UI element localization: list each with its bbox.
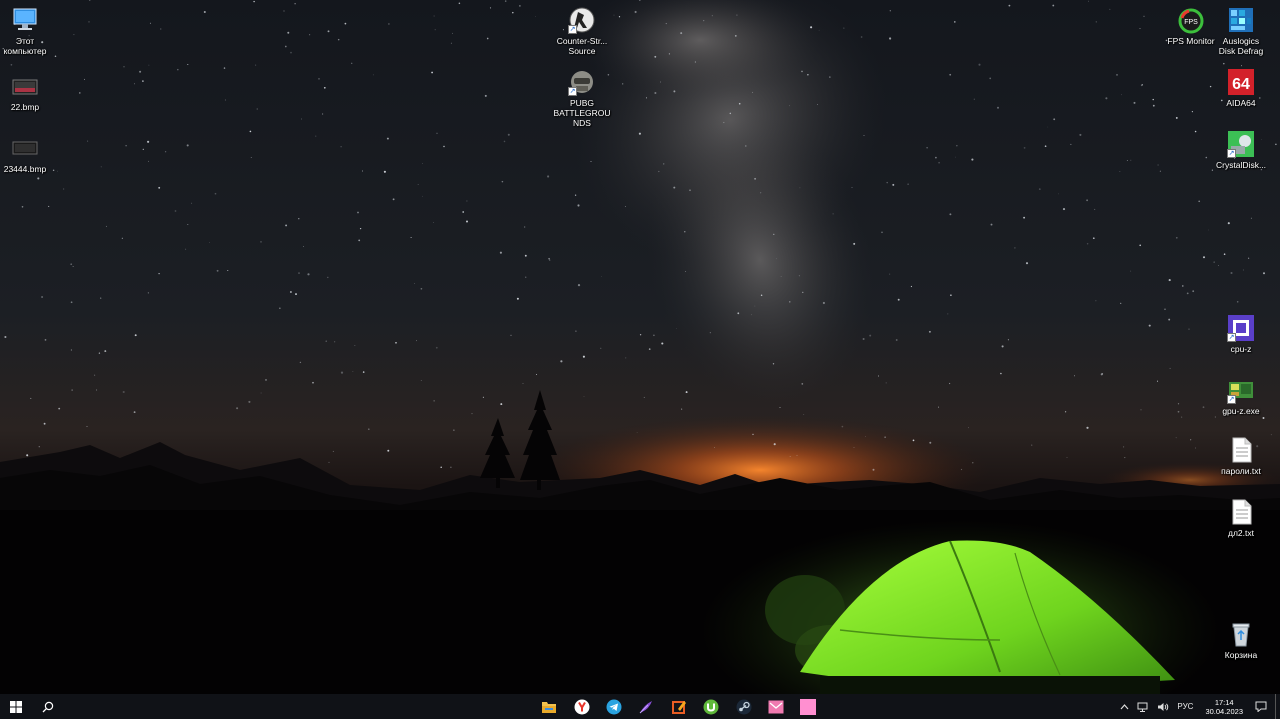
utorrent-icon bbox=[703, 699, 719, 714]
chevron-up-icon bbox=[1120, 703, 1129, 709]
icon-label: Counter-Str... Source bbox=[556, 36, 608, 56]
bmp-file-icon bbox=[11, 72, 39, 100]
icon-label: пароли.txt bbox=[1221, 466, 1261, 476]
text-file-icon bbox=[1227, 498, 1255, 526]
icon-label: PUBG BATTLEGROU NDS bbox=[553, 98, 611, 128]
recycle-bin[interactable]: Корзина bbox=[1209, 616, 1273, 660]
auslogics-shortcut[interactable]: Auslogics Disk Defrag bbox=[1209, 2, 1273, 56]
svg-text:FPS: FPS bbox=[1184, 19, 1198, 26]
cpu-z-icon: ↗ bbox=[1227, 314, 1255, 342]
icon-label: Корзина bbox=[1224, 650, 1258, 660]
search-button[interactable] bbox=[32, 694, 64, 719]
shortcut-arrow-icon: ↗ bbox=[568, 25, 577, 34]
fps-monitor-icon: FPS bbox=[1177, 6, 1205, 34]
icon-label: дл2.txt bbox=[1228, 528, 1254, 538]
paroli-txt-file[interactable]: пароли.txt bbox=[1209, 432, 1273, 476]
yandex-icon bbox=[574, 699, 590, 714]
taskbar-mail-app[interactable] bbox=[760, 694, 792, 719]
start-button[interactable] bbox=[0, 694, 32, 719]
text-file-icon bbox=[1227, 436, 1255, 464]
clock[interactable]: 17:14 30.04.2023 bbox=[1197, 698, 1251, 716]
network-button[interactable] bbox=[1133, 702, 1153, 712]
bmp-file-22[interactable]: 22.bmp bbox=[0, 68, 57, 112]
aida64-icon: 64 bbox=[1227, 68, 1255, 96]
folder-icon bbox=[542, 701, 557, 713]
taskbar-feather-app[interactable] bbox=[630, 694, 662, 719]
desktop-wallpaper bbox=[0, 0, 1280, 694]
taskbar-pinned-apps bbox=[533, 694, 825, 719]
icon-label: CrystalDisk... bbox=[1215, 160, 1267, 170]
cpu-z-shortcut[interactable]: ↗ cpu-z bbox=[1209, 310, 1273, 354]
shortcut-arrow-icon: ↗ bbox=[1227, 333, 1236, 342]
shortcut-arrow-icon: ↗ bbox=[1227, 395, 1236, 404]
pubg-icon: ↗ bbox=[568, 68, 596, 96]
icon-label: 22.bmp bbox=[10, 102, 40, 112]
icon-label: gpu-z.exe bbox=[1222, 406, 1260, 416]
icon-label: AIDA64 bbox=[1226, 98, 1256, 108]
mail-icon bbox=[768, 700, 784, 713]
svg-text:64: 64 bbox=[1232, 76, 1250, 93]
pink-square-icon bbox=[800, 698, 817, 715]
telegram-icon bbox=[606, 699, 622, 714]
volume-button[interactable] bbox=[1153, 702, 1173, 712]
aida64-shortcut[interactable]: 64 AIDA64 bbox=[1209, 64, 1273, 108]
counter-strike-icon: ↗ bbox=[568, 6, 596, 34]
bmp-file-icon bbox=[11, 134, 39, 162]
speaker-icon bbox=[1158, 702, 1169, 711]
feather-icon bbox=[640, 700, 653, 713]
taskbar-telegram[interactable] bbox=[598, 694, 630, 719]
computer-icon bbox=[11, 6, 39, 34]
taskbar: РУС 17:14 30.04.2023 bbox=[0, 694, 1280, 719]
show-hidden-icons-button[interactable] bbox=[1116, 703, 1133, 710]
taskbar-utorrent[interactable] bbox=[695, 694, 727, 719]
search-icon bbox=[42, 701, 54, 712]
shortcut-arrow-icon: ↗ bbox=[568, 87, 577, 96]
language-indicator[interactable]: РУС bbox=[1173, 702, 1197, 711]
windows-icon bbox=[10, 700, 22, 713]
gpu-z-icon: ↗ bbox=[1227, 376, 1255, 404]
notifications-button[interactable] bbox=[1251, 701, 1271, 712]
clock-date: 30.04.2023 bbox=[1205, 706, 1243, 716]
crystaldisk-icon: ↗ bbox=[1227, 130, 1255, 158]
taskbar-pink-app[interactable] bbox=[792, 694, 824, 719]
taskbar-yandex-browser[interactable] bbox=[565, 694, 597, 719]
show-desktop-button[interactable] bbox=[1275, 694, 1280, 719]
icon-label: cpu-z bbox=[1230, 344, 1252, 354]
icon-label: Auslogics Disk Defrag bbox=[1218, 36, 1264, 56]
bmp-file-23444[interactable]: 23444.bmp bbox=[0, 130, 57, 174]
pubg-shortcut[interactable]: ↗ PUBG BATTLEGROU NDS bbox=[550, 64, 614, 128]
taskbar-file-explorer[interactable] bbox=[533, 694, 565, 719]
disk-defrag-icon bbox=[1227, 6, 1255, 34]
notification-icon bbox=[1255, 701, 1267, 712]
shortcut-arrow-icon: ↗ bbox=[1227, 149, 1236, 158]
this-pc-shortcut[interactable]: Этот компьютер bbox=[0, 2, 57, 56]
dl2-txt-file[interactable]: дл2.txt bbox=[1209, 494, 1273, 538]
icon-label: 23444.bmp bbox=[3, 164, 47, 174]
clock-time: 17:14 bbox=[1214, 697, 1234, 707]
recycle-bin-icon bbox=[1227, 620, 1255, 648]
network-icon bbox=[1137, 702, 1148, 712]
steam-icon bbox=[736, 699, 752, 714]
edit-app-icon bbox=[671, 700, 686, 714]
system-tray: РУС 17:14 30.04.2023 bbox=[1116, 694, 1280, 719]
taskbar-photo-editor[interactable] bbox=[663, 694, 695, 719]
crystaldisk-shortcut[interactable]: ↗ CrystalDisk... bbox=[1209, 126, 1273, 170]
taskbar-steam[interactable] bbox=[727, 694, 759, 719]
gpu-z-shortcut[interactable]: ↗ gpu-z.exe bbox=[1209, 372, 1273, 416]
counter-strike-shortcut[interactable]: ↗ Counter-Str... Source bbox=[550, 2, 614, 56]
icon-label: Этот компьютер bbox=[3, 36, 47, 56]
